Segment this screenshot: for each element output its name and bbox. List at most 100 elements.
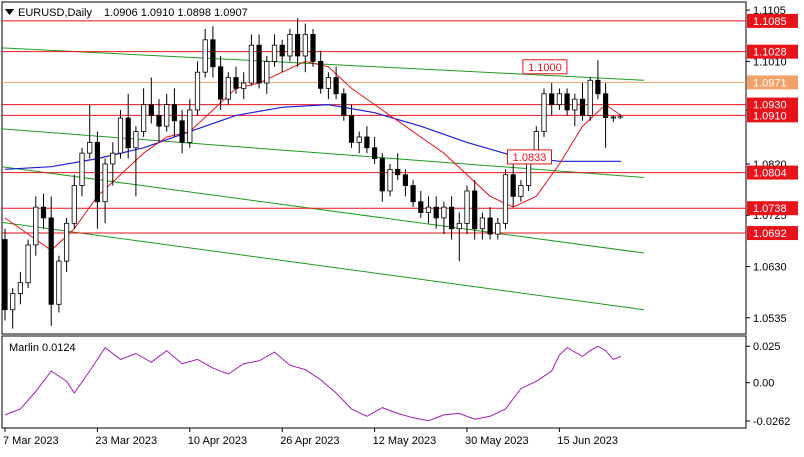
candle-body [348,114,355,143]
candle-body [610,116,616,119]
candle-body [603,93,609,118]
candle-3 [25,239,31,289]
candle-body [549,93,555,105]
candle-body [94,141,100,203]
time-tick-label-1: 23 Mar 2023 [95,435,157,447]
candle-body [302,33,308,57]
candle-body [202,39,208,73]
candle-body [556,93,563,105]
candle-body [472,190,478,230]
candle-body [310,33,316,62]
callout-label-1: 1.0833 [513,152,547,164]
marlin-tick-label-1: 0.00 [753,378,774,390]
level-label-0: 1.1085 [753,16,787,28]
candle-32 [248,34,254,86]
candle-body [510,174,516,197]
candle-7 [56,255,62,313]
candle-73 [564,88,570,116]
level-label-7: 1.0692 [753,228,787,240]
candle-body [456,222,462,230]
candle-31 [241,72,247,100]
candle-body [541,93,547,132]
marlin-tick-label-2: -0.0262 [753,416,790,428]
candle-body [341,93,347,116]
candle-72 [556,88,563,110]
candle-body [241,82,247,89]
level-label-4: 1.0910 [753,110,787,122]
candle-53 [410,180,416,208]
time-tick-label-5: 30 May 2023 [465,435,529,447]
candle-body [217,66,224,100]
candle-body [418,201,424,213]
candle-2 [17,271,24,305]
candle-body [595,79,601,95]
candle-20 [156,99,162,143]
candle-55 [425,196,432,224]
candle-body [564,93,570,111]
candle-19 [148,77,154,124]
horizontal-levels [2,20,746,234]
candle-body [479,217,486,230]
candle-52 [402,169,409,197]
candle-body [187,109,193,143]
price-tick-label-6: 1.0535 [753,313,787,325]
candle-62 [479,212,486,240]
candle-57 [441,201,447,235]
candle-8 [64,217,70,272]
candle-body [318,60,324,89]
candle-body [56,260,62,305]
time-tick-label-0: 7 Mar 2023 [3,435,59,447]
candle-body [225,77,231,100]
candle-25 [194,61,201,116]
time-tick-label-2: 10 Apr 2023 [188,435,247,447]
candle-body [233,77,239,89]
collapse-triangle-icon[interactable] [5,9,14,15]
candle-74 [572,93,578,127]
candle-body [271,44,278,62]
marlin-indicator: 0.025 0.00 -0.0262 [4,341,790,428]
candle-45 [348,104,355,148]
candle-49 [379,153,385,202]
candle-body [179,120,185,143]
candle-63 [487,207,493,240]
candle-body [294,33,301,57]
symbol-label: EURUSD,Daily [18,7,92,19]
candle-body [140,104,147,132]
candle-24 [187,99,193,148]
candle-body [264,60,270,84]
candle-body [171,104,177,122]
candle-75 [579,82,586,121]
candle-body [579,98,586,116]
candle-59 [456,212,462,262]
candle-body [502,174,509,224]
candle-body [48,217,54,305]
candle-body [17,282,24,294]
candle-18 [140,88,147,137]
candle-body [587,79,593,116]
level-label-2: 1.0971 [753,77,787,89]
candle-body [395,168,401,176]
candle-12 [94,131,100,229]
candle-36 [279,39,285,73]
candle-body [164,104,170,127]
candle-body [518,185,524,197]
candle-body [10,293,16,311]
candle-body [248,44,254,84]
level-label-5: 1.0804 [753,168,787,180]
candle-50 [387,163,393,197]
candle-48 [371,136,378,164]
candle-body [487,217,493,235]
candle-33 [256,34,262,89]
candle-15 [117,109,124,159]
candle-54 [418,190,424,218]
candle-42 [325,72,332,100]
candle-1 [10,288,16,329]
candle-body [402,174,409,186]
candle-body [325,77,332,89]
candle-body [110,152,116,165]
time-axis: 7 Mar 2023 23 Mar 2023 10 Apr 2023 26 Apr 2… [3,428,618,447]
candle-67 [518,180,524,202]
marlin-line-group [4,345,622,422]
candle-38 [294,18,301,67]
candle-body [495,222,501,235]
